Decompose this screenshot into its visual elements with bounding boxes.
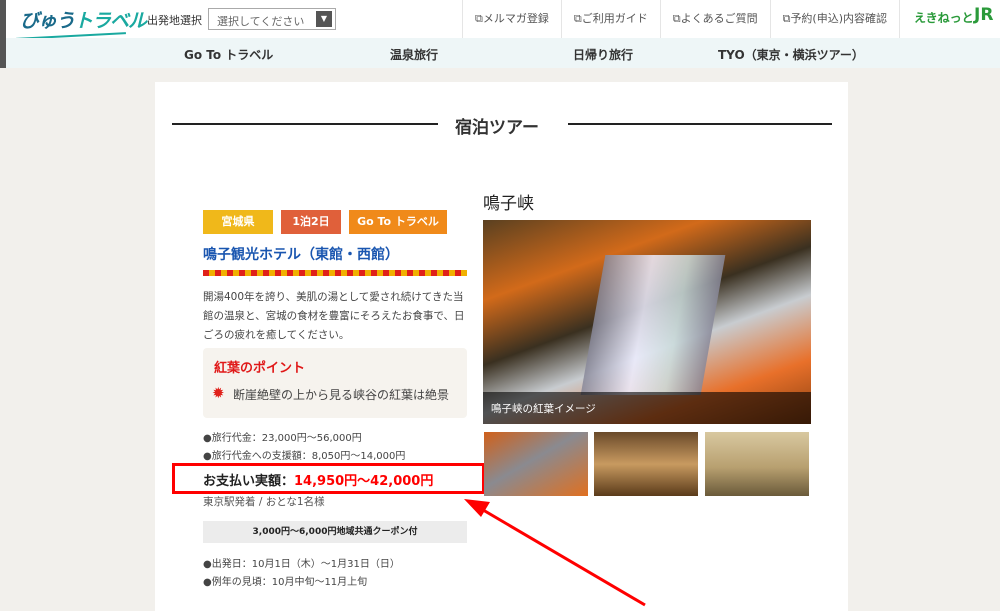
annotation-arrow [464,499,646,607]
